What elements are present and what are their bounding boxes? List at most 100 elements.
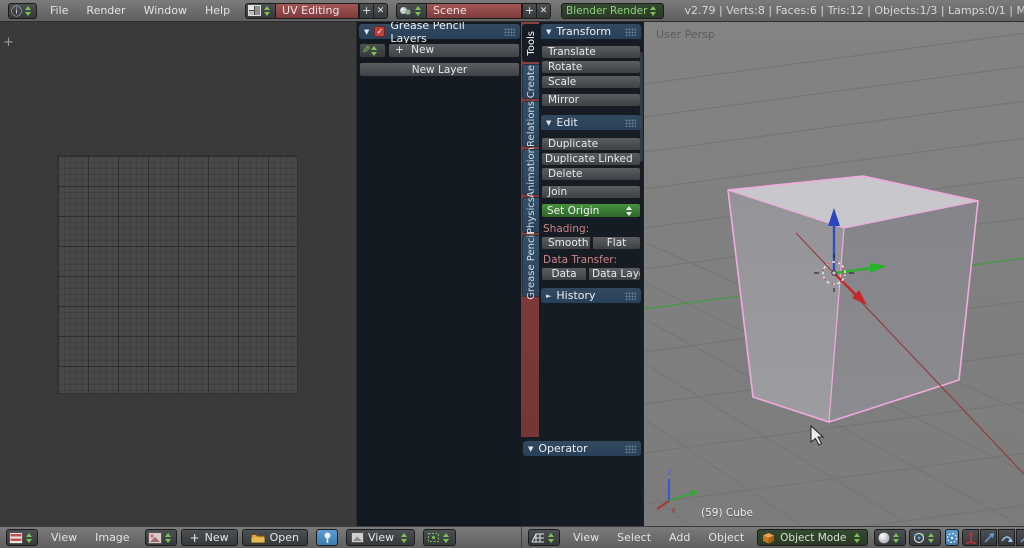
gp-new-label: New [411, 44, 434, 56]
scale-manipulator-icon [1019, 532, 1024, 544]
check-icon: ✓ [377, 27, 384, 36]
delete-button[interactable]: Delete [541, 167, 641, 181]
uv-editor-header: View Image + New Open [0, 526, 521, 548]
chevron-updown-icon [548, 533, 554, 543]
scale-button[interactable]: Scale [541, 75, 641, 89]
edit-panel-header[interactable]: ▼ Edit [541, 115, 641, 130]
viewport-shading-dropdown[interactable] [874, 529, 906, 546]
toolshelf-region: Tools Create Relations Animation Physics… [521, 22, 643, 526]
tab-grease-pencil[interactable]: Grease Pencil [522, 235, 539, 297]
chevron-updown-icon [25, 6, 31, 16]
render-engine-dropdown[interactable]: Blender Render [561, 3, 664, 19]
editor-type-selector-3d-view[interactable] [528, 529, 560, 546]
image-new-button[interactable]: + New [181, 529, 238, 546]
image-open-button[interactable]: Open [242, 529, 308, 546]
image-icon [148, 532, 162, 544]
gp-new-layer-button[interactable]: New Layer [359, 62, 520, 77]
active-object-label: (59) Cube [701, 507, 753, 519]
manipulator-icon [946, 532, 958, 544]
chevron-updown-icon [443, 533, 449, 543]
rotate-button[interactable]: Rotate [541, 60, 641, 74]
pivot-icon [427, 532, 440, 543]
panel-drag-dots-icon[interactable] [504, 28, 515, 36]
translate-manipulator-icon [965, 532, 977, 544]
panel-drag-dots-icon[interactable] [625, 445, 636, 453]
plus-icon: + [525, 4, 534, 17]
v3d-menu-view[interactable]: View [564, 531, 608, 544]
chevron-updown-icon [928, 533, 934, 543]
history-panel-header[interactable]: ► History [541, 288, 641, 303]
grease-pencil-source-dropdown[interactable]: ✎ [359, 43, 386, 58]
add-scene-button[interactable]: + [522, 3, 536, 19]
tab-relations[interactable]: Relations [522, 101, 539, 147]
delete-scene-button[interactable]: ✕ [536, 3, 551, 19]
manipulator-rotate-trackball-button[interactable] [998, 529, 1015, 546]
viewport-3d-header: View Select Add Object Object Mode [521, 526, 1024, 548]
shade-smooth-button[interactable]: Smooth [541, 236, 591, 250]
uv-menu-view[interactable]: View [42, 531, 86, 544]
data-layout-button[interactable]: Data Layo [588, 267, 641, 281]
plus-icon: + [190, 531, 200, 545]
join-button[interactable]: Join [541, 185, 641, 199]
data-button[interactable]: Data [541, 267, 587, 281]
uv-mode-dropdown[interactable]: View [346, 529, 415, 546]
delete-layout-button[interactable]: ✕ [373, 3, 388, 19]
manipulator-translate-button[interactable] [962, 529, 979, 546]
scene-browse-button[interactable] [396, 3, 426, 19]
manipulator-scale-button[interactable] [1016, 529, 1024, 546]
chevron-updown-icon [264, 6, 270, 16]
gp-new-button[interactable]: + New [388, 43, 520, 58]
menu-help[interactable]: Help [196, 4, 239, 17]
screen-layout-name-field[interactable]: UV Editing [275, 3, 359, 19]
panel-title: Operator [538, 442, 620, 455]
tab-create[interactable]: Create [522, 64, 539, 99]
chevron-updown-icon [401, 533, 407, 543]
tab-tools[interactable]: Tools [522, 24, 539, 62]
grease-pencil-panel-header[interactable]: ▼ ✓ Grease Pencil Layers [359, 24, 520, 39]
transform-panel-header[interactable]: ▼ Transform [541, 24, 641, 39]
v3d-menu-select[interactable]: Select [608, 531, 660, 544]
menu-render[interactable]: Render [77, 4, 134, 17]
tab-animation[interactable]: Animation [522, 149, 539, 195]
add-layout-button[interactable]: + [359, 3, 373, 19]
image-browse-dropdown[interactable] [145, 529, 177, 546]
editor-type-selector-image[interactable] [6, 529, 38, 546]
panel-drag-dots-icon[interactable] [625, 119, 636, 127]
rotate-manipulator-icon [983, 532, 995, 544]
menu-file[interactable]: File [41, 4, 77, 17]
panel-title: Edit [556, 116, 620, 129]
interaction-mode-dropdown[interactable]: Object Mode [757, 529, 868, 546]
panel-drag-dots-icon[interactable] [625, 292, 636, 300]
v3d-menu-object[interactable]: Object [699, 531, 753, 544]
shade-flat-button[interactable]: Flat [592, 236, 641, 250]
expand-triangle-icon: ► [546, 292, 551, 300]
grease-pencil-checkbox[interactable]: ✓ [374, 26, 385, 37]
operator-panel-header[interactable]: ▼ Operator [523, 441, 641, 456]
set-origin-dropdown[interactable]: Set Origin [541, 203, 641, 218]
view3d-editor-icon [531, 532, 545, 544]
pivot-point-dropdown[interactable] [909, 529, 941, 546]
duplicate-button[interactable]: Duplicate [541, 137, 641, 151]
manipulator-toggle[interactable] [945, 529, 959, 546]
duplicate-linked-button[interactable]: Duplicate Linked [541, 152, 641, 166]
viewport-3d[interactable]: z x User Persp (59) Cube [643, 22, 1024, 526]
tab-physics[interactable]: Physics [522, 197, 539, 233]
editor-type-selector-info[interactable]: ⓘ [8, 3, 37, 19]
image-pin-toggle[interactable] [316, 529, 338, 546]
uv-menu-image[interactable]: Image [86, 531, 138, 544]
scene-name-field[interactable]: Scene [426, 3, 522, 19]
engine-label: Blender Render [566, 5, 647, 17]
mirror-button[interactable]: Mirror [541, 93, 641, 107]
v3d-menu-add[interactable]: Add [660, 531, 699, 544]
menu-window[interactable]: Window [135, 4, 196, 17]
data-transfer-label: Data Transfer: [543, 254, 617, 266]
toolshelf-open-plus-icon[interactable]: + [2, 36, 15, 49]
translate-button[interactable]: Translate [541, 45, 641, 59]
new-label: New [205, 531, 229, 544]
image-editor-icon [9, 532, 23, 544]
screen-layout-browse-button[interactable] [245, 3, 275, 19]
manipulator-rotate-button[interactable] [980, 529, 997, 546]
panel-drag-dots-icon[interactable] [625, 28, 636, 36]
uv-pivot-dropdown[interactable] [423, 529, 456, 546]
uv-editor-canvas[interactable]: + [0, 22, 356, 526]
